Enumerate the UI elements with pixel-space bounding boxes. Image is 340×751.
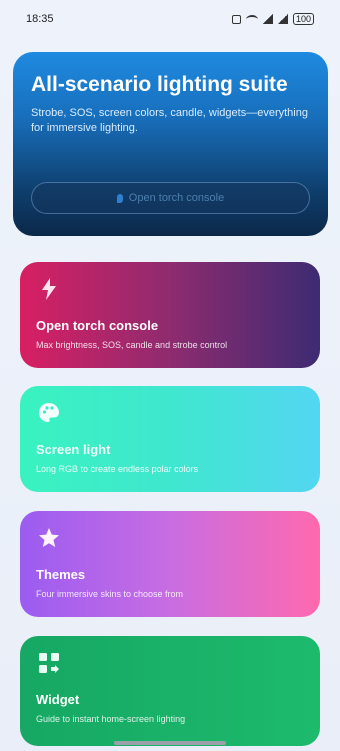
- pin-icon: [116, 193, 123, 203]
- status-bar: 18:35 100: [0, 0, 340, 38]
- hero-card: All-scenario lighting suite Strobe, SOS,…: [13, 52, 328, 236]
- wifi-icon: [245, 14, 258, 24]
- card-description: Guide to instant home-screen lighting: [36, 714, 186, 724]
- battery-icon: 100: [292, 13, 314, 25]
- notification-icon: [231, 14, 241, 24]
- hero-button-label: Open torch console: [128, 192, 225, 204]
- status-time: 18:35: [26, 13, 54, 25]
- card-description: Four immersive skins to choose from: [36, 589, 184, 599]
- screen-light-card[interactable]: Screen light Long RGB to create endless …: [20, 386, 320, 492]
- hero-title: All-scenario lighting suite: [31, 73, 288, 96]
- card-title: Widget: [36, 692, 80, 707]
- card-title: Screen light: [36, 442, 111, 457]
- widgets-icon: [36, 650, 62, 676]
- signal-icon-2: [277, 14, 288, 24]
- card-title: Themes: [36, 567, 86, 582]
- card-title: Open torch console: [36, 318, 159, 333]
- status-icons: 100: [231, 13, 314, 25]
- signal-icon: [262, 14, 273, 24]
- palette-icon: [36, 400, 62, 426]
- card-description: Long RGB to create endless polar colors: [36, 464, 199, 474]
- widget-card[interactable]: Widget Guide to instant home-screen ligh…: [20, 636, 320, 746]
- home-indicator[interactable]: [114, 741, 226, 745]
- hero-subtitle: Strobe, SOS, screen colors, candle, widg…: [31, 107, 308, 134]
- card-description: Max brightness, SOS, candle and strobe c…: [36, 340, 228, 350]
- open-torch-console-button[interactable]: Open torch console: [31, 182, 310, 214]
- star-icon: [36, 525, 62, 551]
- flashlight-icon: [36, 276, 62, 302]
- themes-card[interactable]: Themes Four immersive skins to choose fr…: [20, 511, 320, 617]
- torch-console-card[interactable]: Open torch console Max brightness, SOS, …: [20, 262, 320, 368]
